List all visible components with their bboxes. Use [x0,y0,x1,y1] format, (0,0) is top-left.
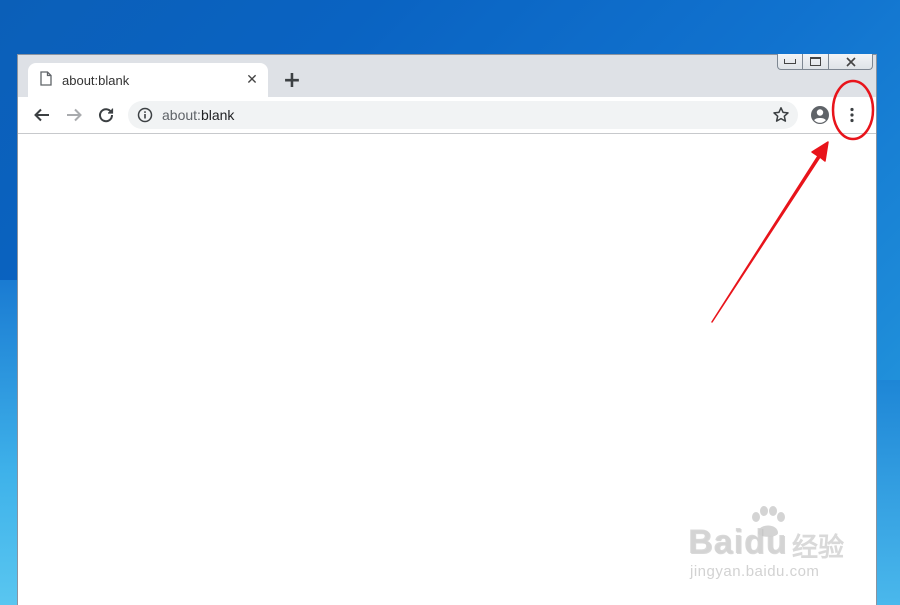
desktop-background-right [876,380,900,605]
watermark-url: jingyan.baidu.com [690,563,820,580]
star-icon[interactable] [772,106,790,128]
tab-title: about:blank [62,72,130,88]
watermark: Baidu 经验 jingyan.baidu.com [688,505,858,585]
address-host: blank [200,107,235,123]
page-icon [40,70,52,90]
profile-button[interactable] [808,103,832,127]
minimize-button[interactable] [777,54,803,70]
new-tab-button[interactable]: + [280,68,304,93]
forward-arrow-icon [67,108,82,122]
window-controls [777,54,873,70]
toolbar: about:blank [18,97,876,134]
forward-button[interactable] [62,103,86,127]
reload-button[interactable] [94,103,118,127]
minimize-icon [784,59,796,64]
back-button[interactable] [30,103,54,127]
restore-icon [810,57,821,66]
desktop-background-left [0,280,18,605]
restore-button[interactable] [803,54,829,70]
kebab-menu-button[interactable] [840,103,864,127]
kebab-menu-icon [850,107,854,123]
address-bar[interactable]: about:blank [128,101,798,129]
address-prefix: about: [162,107,201,123]
back-arrow-icon [34,108,49,122]
reload-icon [99,108,114,123]
tab-about-blank[interactable]: about:blank ✕ [28,63,268,97]
close-window-icon [845,56,856,67]
address-text: about:blank [162,107,234,123]
info-icon[interactable] [137,107,153,127]
watermark-brand: Baidu [688,523,788,561]
watermark-brand-cn: 经验 [792,533,845,563]
profile-icon [811,106,829,124]
close-window-button[interactable] [829,54,873,70]
tab-close-icon[interactable]: ✕ [244,72,260,88]
